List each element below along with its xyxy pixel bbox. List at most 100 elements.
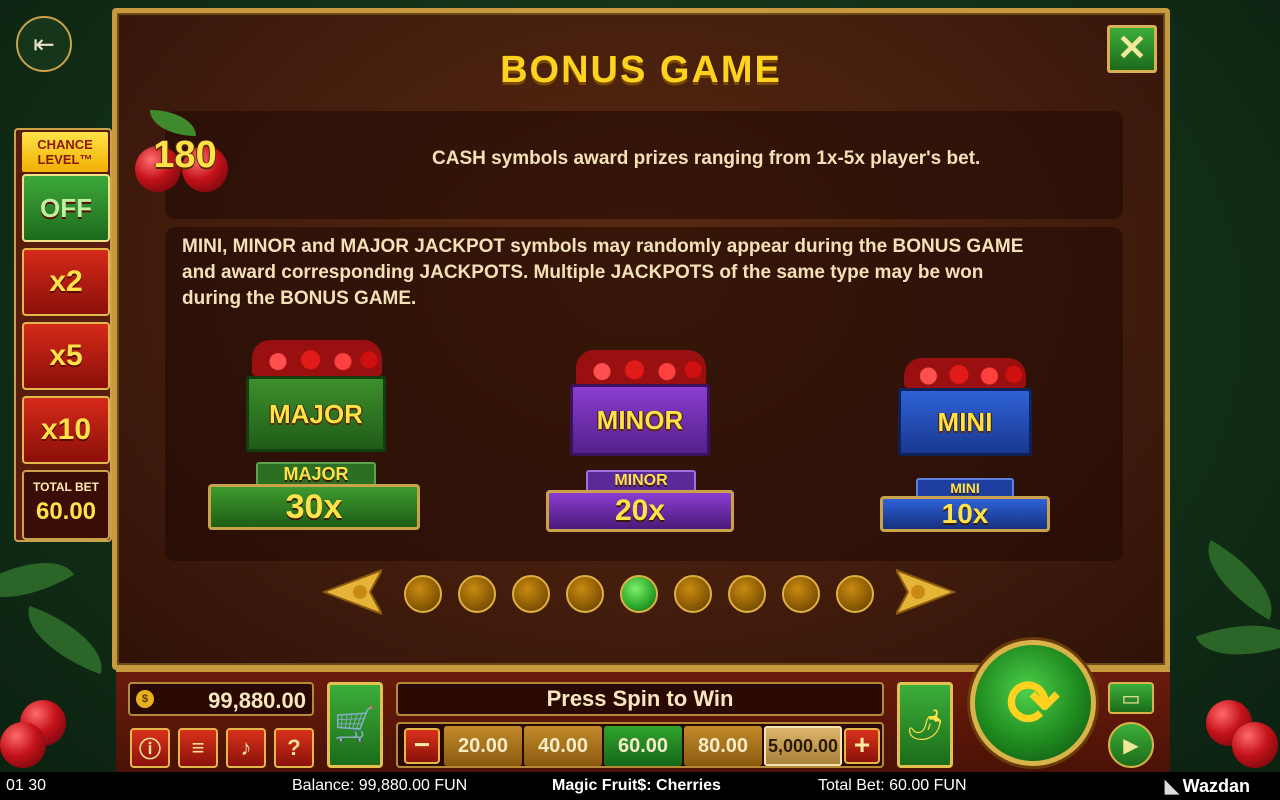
game-title: Magic Fruit$: Cherries	[552, 777, 721, 794]
jackpot-text-line: during the BONUS GAME.	[182, 288, 417, 309]
cherries-pile	[904, 358, 1026, 388]
jackpot-tag: MINOR	[586, 470, 696, 492]
minor-jackpot-crate: MINOR MINOR 20x	[544, 344, 736, 536]
bet-option[interactable]: 80.00	[684, 726, 762, 766]
balance-box: $ 99,880.00	[128, 682, 314, 716]
bet-option[interactable]: 40.00	[524, 726, 602, 766]
cash-description: CASH symbols award prizes ranging from 1…	[432, 148, 981, 169]
chance-option-label: x2	[49, 265, 83, 298]
crate-label: MINOR	[596, 404, 684, 435]
next-page-button[interactable]	[896, 568, 956, 616]
cart-icon: 🛒	[333, 706, 377, 744]
brand-name: Wazdan	[1182, 776, 1250, 796]
chance-x5-button[interactable]: x5	[22, 322, 110, 390]
crate-box: MINOR	[570, 384, 710, 456]
bet-option[interactable]: 20.00	[444, 726, 522, 766]
autoplay-button[interactable]: ▶	[1108, 722, 1154, 768]
chance-off-button[interactable]: OFF	[22, 174, 110, 242]
question-icon: ?	[287, 735, 301, 760]
page-dot[interactable]	[728, 575, 766, 613]
info-icon: ⓘ	[138, 737, 161, 762]
jackpot-text-line: MINI, MINOR and MAJOR JACKPOT symbols ma…	[182, 236, 1024, 257]
previous-page-button[interactable]	[322, 568, 382, 616]
leaf-icon	[150, 110, 196, 136]
money-bag-icon: $	[136, 690, 154, 708]
bet-option-max[interactable]: 5,000.00	[764, 726, 842, 766]
sound-button[interactable]: ♪	[226, 728, 266, 768]
menu-icon: ≡	[191, 735, 205, 760]
cherries-pile	[576, 350, 706, 386]
turtle-icon: ▭	[1121, 687, 1141, 710]
jackpot-tag: MINI	[916, 478, 1014, 498]
cash-cherry-symbol: 180	[130, 110, 240, 200]
cherry-decoration	[1232, 722, 1278, 768]
cherry-decoration	[0, 722, 46, 768]
spin-button[interactable]: ⟳	[970, 640, 1096, 766]
crate-label: MAJOR	[269, 398, 363, 429]
leaf-decoration	[1191, 540, 1280, 620]
crate-box: MAJOR	[246, 376, 386, 452]
page-dot[interactable]	[674, 575, 712, 613]
leaf-decoration	[15, 605, 115, 675]
major-jackpot-crate: MAJOR MAJOR 30x	[204, 336, 426, 536]
page-dot[interactable]	[404, 575, 442, 613]
chance-option-label: OFF	[40, 192, 92, 223]
chance-header-line: LEVEL™	[37, 152, 93, 167]
close-button[interactable]: ✕	[1107, 25, 1157, 73]
menu-button[interactable]: ≡	[178, 728, 218, 768]
speaker-icon: ♪	[240, 735, 252, 760]
jackpot-tag: MAJOR	[256, 462, 376, 486]
cash-symbol-value: 180	[153, 134, 217, 176]
wazdan-logo-icon: ◣	[1164, 776, 1179, 796]
chance-header-line: CHANCE	[37, 137, 93, 152]
status-total-bet: Total Bet: 60.00 FUN	[818, 777, 967, 794]
chance-level-panel: CHANCE LEVEL™ OFF x2 x5 x10 TOTAL BET 60…	[14, 128, 112, 542]
chance-x10-button[interactable]: x10	[22, 396, 110, 464]
status-balance: Balance: 99,880.00 FUN	[292, 777, 468, 794]
jackpot-multiplier: 30x	[208, 484, 420, 530]
jackpot-description: MINI, MINOR and MAJOR JACKPOT symbols ma…	[182, 234, 1082, 312]
mini-jackpot-crate: MINI MINI 10x	[880, 352, 1050, 536]
spin-arrows-icon: ⟳	[1006, 666, 1060, 739]
chance-x2-button[interactable]: x2	[22, 248, 110, 316]
jackpot-text-line: and award corresponding JACKPOTS. Multip…	[182, 262, 984, 283]
brand-logo: ◣ Wazdan	[1165, 776, 1250, 797]
jackpot-multiplier: 10x	[880, 496, 1050, 532]
bet-option-selected[interactable]: 60.00	[604, 726, 682, 766]
game-screen: ⇤ CHANCE LEVEL™ OFF x2 x5 x10 TOTAL BET …	[0, 0, 1280, 800]
page-dot[interactable]	[782, 575, 820, 613]
total-bet-value: 60.00	[35, 498, 97, 525]
volatility-button[interactable]: 🌶	[897, 682, 953, 768]
chance-option-label: x5	[49, 339, 83, 372]
crate-label: MINI	[937, 406, 993, 437]
bet-selector: − 20.00 40.00 60.00 80.00 5,000.00 +	[396, 722, 884, 768]
dialog-title: BONUS GAME	[500, 49, 782, 91]
clock: 01 30	[6, 777, 47, 794]
page-dot[interactable]	[566, 575, 604, 613]
page-dot[interactable]	[836, 575, 874, 613]
message-display: Press Spin to Win	[396, 682, 884, 716]
chance-option-label: x10	[40, 413, 92, 446]
exit-icon: ⇤	[33, 28, 55, 59]
balance-value: 99,880.00	[208, 688, 306, 713]
chili-icon: 🌶	[905, 708, 945, 742]
page-dot[interactable]	[458, 575, 496, 613]
status-bar: 01 30 Balance: 99,880.00 FUN Magic Fruit…	[0, 772, 1280, 800]
jackpot-multiplier: 20x	[546, 490, 734, 532]
buy-feature-button[interactable]: 🛒	[327, 682, 383, 768]
page-dot-active[interactable]	[620, 575, 658, 613]
increase-bet-button[interactable]: +	[844, 728, 880, 764]
chance-level-header: CHANCE LEVEL™	[22, 132, 108, 172]
info-button[interactable]: ⓘ	[130, 728, 170, 768]
play-icon: ▶	[1123, 734, 1139, 757]
help-button[interactable]: ?	[274, 728, 314, 768]
close-icon: ✕	[1116, 27, 1148, 68]
decrease-bet-button[interactable]: −	[404, 728, 440, 764]
total-bet-box: TOTAL BET 60.00	[22, 470, 110, 540]
page-dot[interactable]	[512, 575, 550, 613]
speed-button[interactable]: ▭	[1108, 682, 1154, 714]
exit-button[interactable]: ⇤	[16, 16, 72, 72]
cherries-pile	[252, 340, 382, 376]
total-bet-label: TOTAL BET	[33, 480, 99, 494]
crate-box: MINI	[898, 388, 1032, 456]
